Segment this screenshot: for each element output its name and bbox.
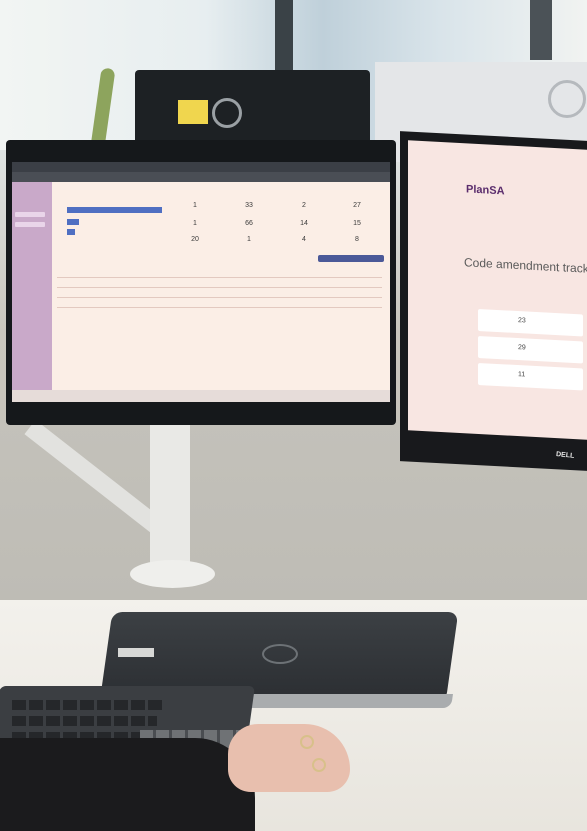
stat-card: 29 xyxy=(478,335,583,364)
table-divider xyxy=(57,307,382,308)
kpi-value: 15 xyxy=(353,220,361,227)
keyboard-keys xyxy=(12,716,157,726)
sidebar-item xyxy=(15,212,45,217)
kpi-value: 1 xyxy=(193,220,197,227)
stat-card: 23 xyxy=(478,308,583,337)
table-divider xyxy=(57,287,382,288)
hand xyxy=(228,724,350,792)
stat-card-value: 23 xyxy=(518,317,526,325)
page-title: Code amendment tracking xyxy=(464,255,587,277)
ring-icon xyxy=(312,758,326,772)
laptop-sticker xyxy=(118,648,154,657)
window-frame xyxy=(530,0,552,60)
kpi-value: 66 xyxy=(245,220,253,227)
keyboard-keys xyxy=(12,700,162,710)
dell-logo-icon xyxy=(548,80,586,118)
sweater-sleeve xyxy=(0,738,255,831)
dell-logo-icon xyxy=(212,98,242,128)
plansa-logo: PlanSA xyxy=(466,183,505,198)
yellow-sticker xyxy=(178,100,208,124)
table-divider xyxy=(57,277,382,278)
sidebar-item xyxy=(15,222,45,227)
kpi-value: 2 xyxy=(302,202,306,209)
action-button xyxy=(318,255,384,262)
office-desk-photo: 1 33 2 27 1 66 14 15 20 1 4 8 PlanSA Cod… xyxy=(0,0,587,831)
monitor-stand-base xyxy=(130,560,215,588)
right-monitor-screen: PlanSA Code amendment tracking 23 29 11 xyxy=(408,140,587,440)
stat-card-value: 29 xyxy=(518,344,526,352)
kpi-value: 1 xyxy=(247,236,251,243)
browser-tab-bar xyxy=(12,162,390,172)
kpi-value: 1 xyxy=(193,202,197,209)
app-sidebar xyxy=(12,182,52,402)
left-monitor-screen: 1 33 2 27 1 66 14 15 20 1 4 8 xyxy=(12,162,390,402)
bar-chart-bar xyxy=(67,207,162,213)
bar-chart-bar xyxy=(67,219,79,225)
browser-url-bar xyxy=(12,172,390,182)
left-monitor-taskbar xyxy=(12,390,390,402)
kpi-value: 27 xyxy=(353,202,361,209)
dell-logo-icon xyxy=(262,644,298,664)
kpi-value: 33 xyxy=(245,202,253,209)
stat-card: 11 xyxy=(478,362,583,391)
kpi-value: 8 xyxy=(355,236,359,243)
ring-icon xyxy=(300,735,314,749)
monitor-stand xyxy=(150,425,190,565)
stat-card-value: 11 xyxy=(518,371,526,379)
kpi-value: 14 xyxy=(300,220,308,227)
kpi-value: 20 xyxy=(191,236,199,243)
kpi-value: 4 xyxy=(302,236,306,243)
bar-chart-bar xyxy=(67,229,75,235)
table-divider xyxy=(57,297,382,298)
